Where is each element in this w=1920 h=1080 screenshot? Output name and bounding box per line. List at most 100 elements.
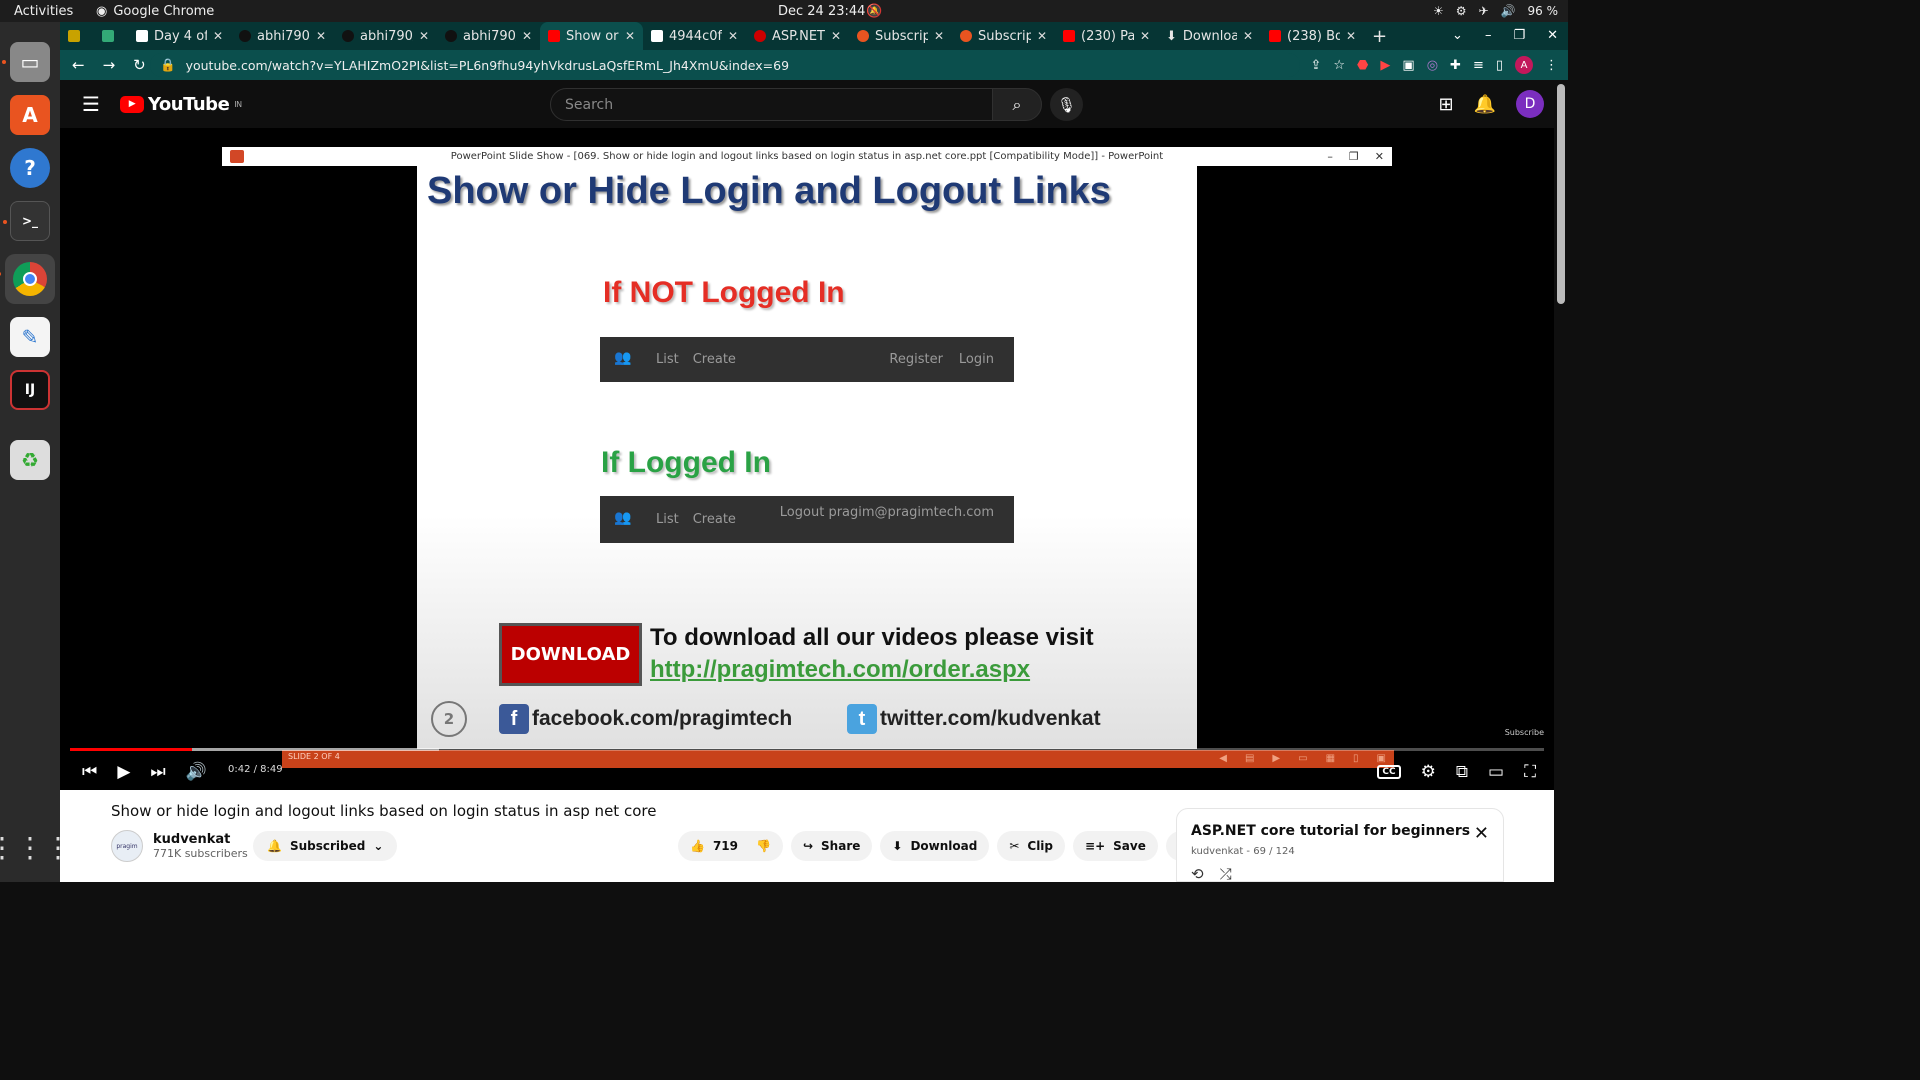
puzzle-icon[interactable]: ✚	[1450, 58, 1461, 73]
bookmark-star-icon[interactable]: ☆	[1333, 58, 1345, 73]
tab-pinned-2[interactable]	[94, 22, 128, 50]
channel-info: pragim kudvenkat 771K subscribers	[111, 830, 248, 862]
intellij-icon[interactable]: IJ	[10, 370, 50, 410]
close-icon[interactable]: ✕	[1140, 29, 1150, 43]
tab-search-icon[interactable]: ⌄	[1452, 28, 1463, 43]
help-icon[interactable]: ?	[10, 148, 50, 188]
playlist-icon[interactable]: ≡	[1473, 58, 1484, 73]
trash-icon[interactable]: ♻	[10, 440, 50, 480]
close-icon[interactable]: ✕	[1346, 29, 1356, 43]
fullscreen-icon[interactable]: ⛶	[1524, 762, 1536, 782]
close-icon[interactable]: ✕	[419, 29, 429, 43]
video-info: Show or hide login and logout links base…	[60, 790, 1568, 883]
menu-icon[interactable]: ⋮	[1545, 58, 1558, 73]
software-icon[interactable]: A	[10, 95, 50, 135]
tab-icon	[754, 30, 766, 42]
extension-icon[interactable]: ▶	[1380, 58, 1390, 73]
close-icon[interactable]: ✕	[934, 29, 944, 43]
play-icon[interactable]: ▶	[117, 762, 130, 782]
tab[interactable]: ASP.NET ✕	[746, 22, 849, 50]
files-icon[interactable]: ▭	[2, 42, 50, 82]
microphone-icon[interactable]: 🎙	[1050, 88, 1083, 121]
forward-icon[interactable]: →	[103, 56, 116, 74]
tab[interactable]: Subscript✕	[952, 22, 1055, 50]
minimize-icon[interactable]: –	[1485, 28, 1492, 43]
close-icon[interactable]: ✕	[831, 29, 841, 43]
avatar[interactable]: D	[1516, 90, 1544, 118]
previous-icon[interactable]: ⏮	[82, 762, 97, 782]
page-scrollbar[interactable]	[1554, 80, 1568, 882]
close-icon[interactable]: ✕	[213, 29, 223, 43]
search-input[interactable]: Search	[550, 88, 993, 121]
save-button[interactable]: ≡+ Save	[1073, 831, 1158, 861]
channel-avatar[interactable]: pragim	[111, 830, 143, 862]
new-tab-button[interactable]: +	[1364, 22, 1398, 50]
scrollbar-thumb[interactable]	[1557, 84, 1565, 304]
terminal-icon[interactable]: >_	[3, 201, 50, 241]
sidepanel-icon[interactable]: ▯	[1496, 58, 1503, 73]
volume-icon[interactable]: 🔊	[186, 762, 207, 782]
download-button[interactable]: ⬇ Download	[880, 831, 990, 861]
tab[interactable]: abhi790/✕	[334, 22, 437, 50]
menu-hamburger-icon[interactable]: ☰	[82, 92, 100, 116]
close-icon[interactable]: ✕	[1037, 29, 1047, 43]
like-button[interactable]: 👍 719 👎	[678, 831, 783, 861]
activities-button[interactable]: Activities	[14, 4, 73, 19]
close-icon[interactable]: ✕	[1243, 29, 1253, 43]
back-icon[interactable]: ←	[72, 56, 85, 74]
tab[interactable]: abhi790/✕	[437, 22, 540, 50]
clip-button[interactable]: ✂ Clip	[997, 831, 1066, 861]
miniplayer-icon[interactable]: ⧉	[1456, 762, 1468, 782]
chrome-icon[interactable]	[0, 254, 55, 304]
share-icon[interactable]: ⇪	[1310, 58, 1321, 73]
channel-name[interactable]: kudvenkat	[153, 832, 248, 847]
close-icon[interactable]: ✕	[1474, 823, 1489, 844]
reload-icon[interactable]: ↻	[133, 56, 146, 74]
tab[interactable]: Day 4 of ✕	[128, 22, 231, 50]
subscribe-watermark[interactable]: Subscribe	[1505, 728, 1544, 737]
next-icon[interactable]: ⏭	[150, 762, 165, 782]
clock[interactable]: Dec 24 23:44	[778, 4, 865, 19]
video-player[interactable]: PowerPoint Slide Show - [069. Show or hi…	[60, 128, 1554, 790]
tab[interactable]: (238) Boo✕	[1261, 22, 1364, 50]
extension-icon[interactable]: ▣	[1402, 58, 1414, 73]
tab[interactable]: 4944c0f9✕	[643, 22, 746, 50]
search-icon[interactable]: ⌕	[992, 88, 1042, 121]
profile-avatar[interactable]: A	[1515, 56, 1533, 74]
thumbs-down-icon[interactable]: 👎	[756, 839, 771, 853]
extension-icon[interactable]: ◎	[1427, 58, 1438, 73]
tab-pinned-1[interactable]	[60, 22, 94, 50]
nav-create: Create	[692, 512, 736, 527]
extension-icon[interactable]: ⬣	[1357, 58, 1368, 73]
settings-gear-icon[interactable]: ⚙	[1421, 762, 1436, 782]
system-tray[interactable]: ☀ ⚙ ✈ 🔊 96 %	[1433, 4, 1558, 18]
text-editor-icon[interactable]: ✎	[10, 317, 50, 357]
notifications-bell-icon[interactable]: 🔔	[1474, 94, 1496, 115]
subscribed-label: Subscribed	[289, 839, 366, 853]
close-icon[interactable]: ✕	[522, 29, 532, 43]
close-icon[interactable]: ✕	[728, 29, 738, 43]
youtube-logo[interactable]: ▶ YouTube IN	[120, 94, 242, 115]
tab[interactable]: Subscript✕	[849, 22, 952, 50]
tab-icon	[68, 30, 80, 42]
shuffle-icon[interactable]: ⤮	[1220, 865, 1232, 883]
tab[interactable]: abhi790/✕	[231, 22, 334, 50]
app-menu[interactable]: ◉ Google Chrome	[96, 4, 214, 19]
close-icon[interactable]: ✕	[316, 29, 326, 43]
loop-icon[interactable]: ⟲	[1191, 865, 1204, 883]
share-button[interactable]: ↪ Share	[790, 831, 873, 861]
theater-mode-icon[interactable]: ▭	[1488, 762, 1504, 782]
create-video-icon[interactable]: ⊞	[1438, 94, 1453, 115]
subscribed-button[interactable]: 🔔 Subscribed ⌄	[253, 831, 398, 861]
captions-icon[interactable]: CC	[1377, 765, 1401, 779]
maximize-icon[interactable]: ❐	[1513, 28, 1525, 43]
playlist-title[interactable]: ASP.NET core tutorial for beginners	[1191, 823, 1470, 839]
tab[interactable]: ⬇ Downloa ✕	[1158, 22, 1261, 50]
close-icon[interactable]: ✕	[625, 29, 635, 43]
time-display: 0:42 / 8:49	[228, 764, 283, 775]
address-bar[interactable]: 🔒 youtube.com/watch?v=YLAHIZmO2PI&list=P…	[150, 53, 1300, 77]
close-window-icon[interactable]: ✕	[1547, 28, 1558, 43]
tab-active[interactable]: Show or ✕	[540, 22, 643, 50]
tab[interactable]: (230) Par✕	[1055, 22, 1158, 50]
progress-bar[interactable]	[70, 748, 1544, 751]
